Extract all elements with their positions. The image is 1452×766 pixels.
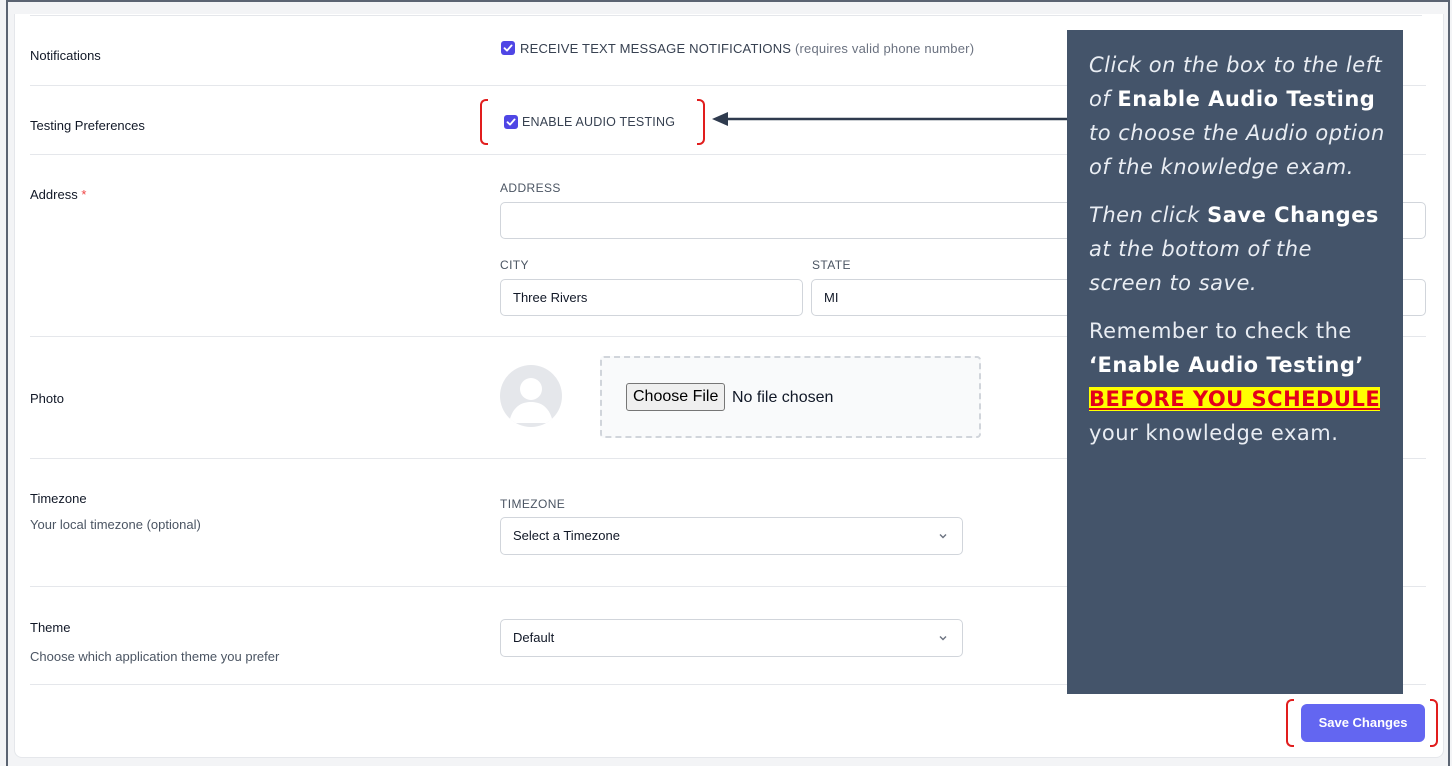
- user-placeholder-icon: [509, 378, 553, 423]
- text-notifications-label: RECEIVE TEXT MESSAGE NOTIFICATIONS (requ…: [520, 41, 974, 56]
- callout-text: your knowledge exam.: [1089, 421, 1339, 445]
- notifications-label: Notifications: [30, 48, 101, 63]
- theme-select[interactable]: Default: [500, 619, 963, 657]
- chevron-down-icon: [939, 636, 947, 641]
- annotation-bracket-left: [480, 99, 488, 145]
- save-changes-button[interactable]: Save Changes: [1301, 704, 1425, 742]
- callout-step-2: Then click Save Changes at the bottom of…: [1089, 198, 1389, 300]
- state-field-label: STATE: [812, 258, 851, 272]
- text-notifications-hint: (requires valid phone number): [795, 41, 975, 56]
- photo-label: Photo: [30, 391, 64, 406]
- instruction-callout: Click on the box to the left of Enable A…: [1067, 30, 1403, 694]
- check-icon: [506, 118, 516, 126]
- theme-label: Theme: [30, 620, 71, 635]
- avatar: [500, 365, 562, 427]
- timezone-field-label: TIMEZONE: [500, 497, 566, 511]
- callout-emphasis: Enable Audio Testing: [1117, 87, 1376, 111]
- callout-text: to choose the Audio option of the knowle…: [1089, 121, 1385, 179]
- text-notifications-checkbox[interactable]: [501, 41, 515, 55]
- timezone-sublabel: Your local timezone (optional): [30, 517, 201, 532]
- address-label: Address *: [30, 187, 86, 202]
- callout-reminder: Remember to check the ‘Enable Audio Test…: [1089, 314, 1389, 450]
- annotation-bracket-right: [1430, 699, 1438, 747]
- timezone-label: Timezone: [30, 491, 87, 506]
- callout-emphasis: ‘Enable Audio Testing’: [1089, 353, 1364, 377]
- annotation-bracket-left: [1286, 699, 1294, 747]
- chevron-down-icon: [939, 534, 947, 539]
- callout-step-1: Click on the box to the left of Enable A…: [1089, 48, 1389, 184]
- annotation-arrow-icon: [712, 112, 1070, 126]
- address-field-label: ADDRESS: [500, 181, 561, 195]
- testing-preferences-label: Testing Preferences: [30, 118, 145, 133]
- check-icon: [503, 44, 513, 52]
- required-mark: *: [81, 187, 87, 202]
- address-label-text: Address: [30, 187, 78, 202]
- enable-audio-testing-label: ENABLE AUDIO TESTING: [522, 115, 676, 129]
- enable-audio-testing-checkbox[interactable]: [504, 115, 518, 129]
- callout-text: Then click: [1089, 203, 1208, 227]
- choose-file-button[interactable]: Choose File: [626, 383, 726, 411]
- timezone-select[interactable]: Select a Timezone: [500, 517, 963, 555]
- city-field-label: CITY: [500, 258, 529, 272]
- theme-sublabel: Choose which application theme you prefe…: [30, 649, 280, 664]
- callout-highlight: BEFORE YOU SCHEDULE: [1089, 387, 1381, 411]
- text-notifications-text: RECEIVE TEXT MESSAGE NOTIFICATIONS: [520, 41, 792, 56]
- callout-emphasis: Save Changes: [1207, 203, 1379, 227]
- theme-selected: Default: [513, 630, 555, 645]
- file-status: No file chosen: [732, 389, 834, 406]
- timezone-selected: Select a Timezone: [513, 528, 620, 543]
- divider: [30, 15, 1422, 16]
- city-input[interactable]: Three Rivers: [500, 279, 803, 316]
- callout-text: at the bottom of the screen to save.: [1089, 237, 1312, 295]
- callout-text: Remember to check the: [1089, 319, 1352, 343]
- annotation-bracket-right: [697, 99, 705, 145]
